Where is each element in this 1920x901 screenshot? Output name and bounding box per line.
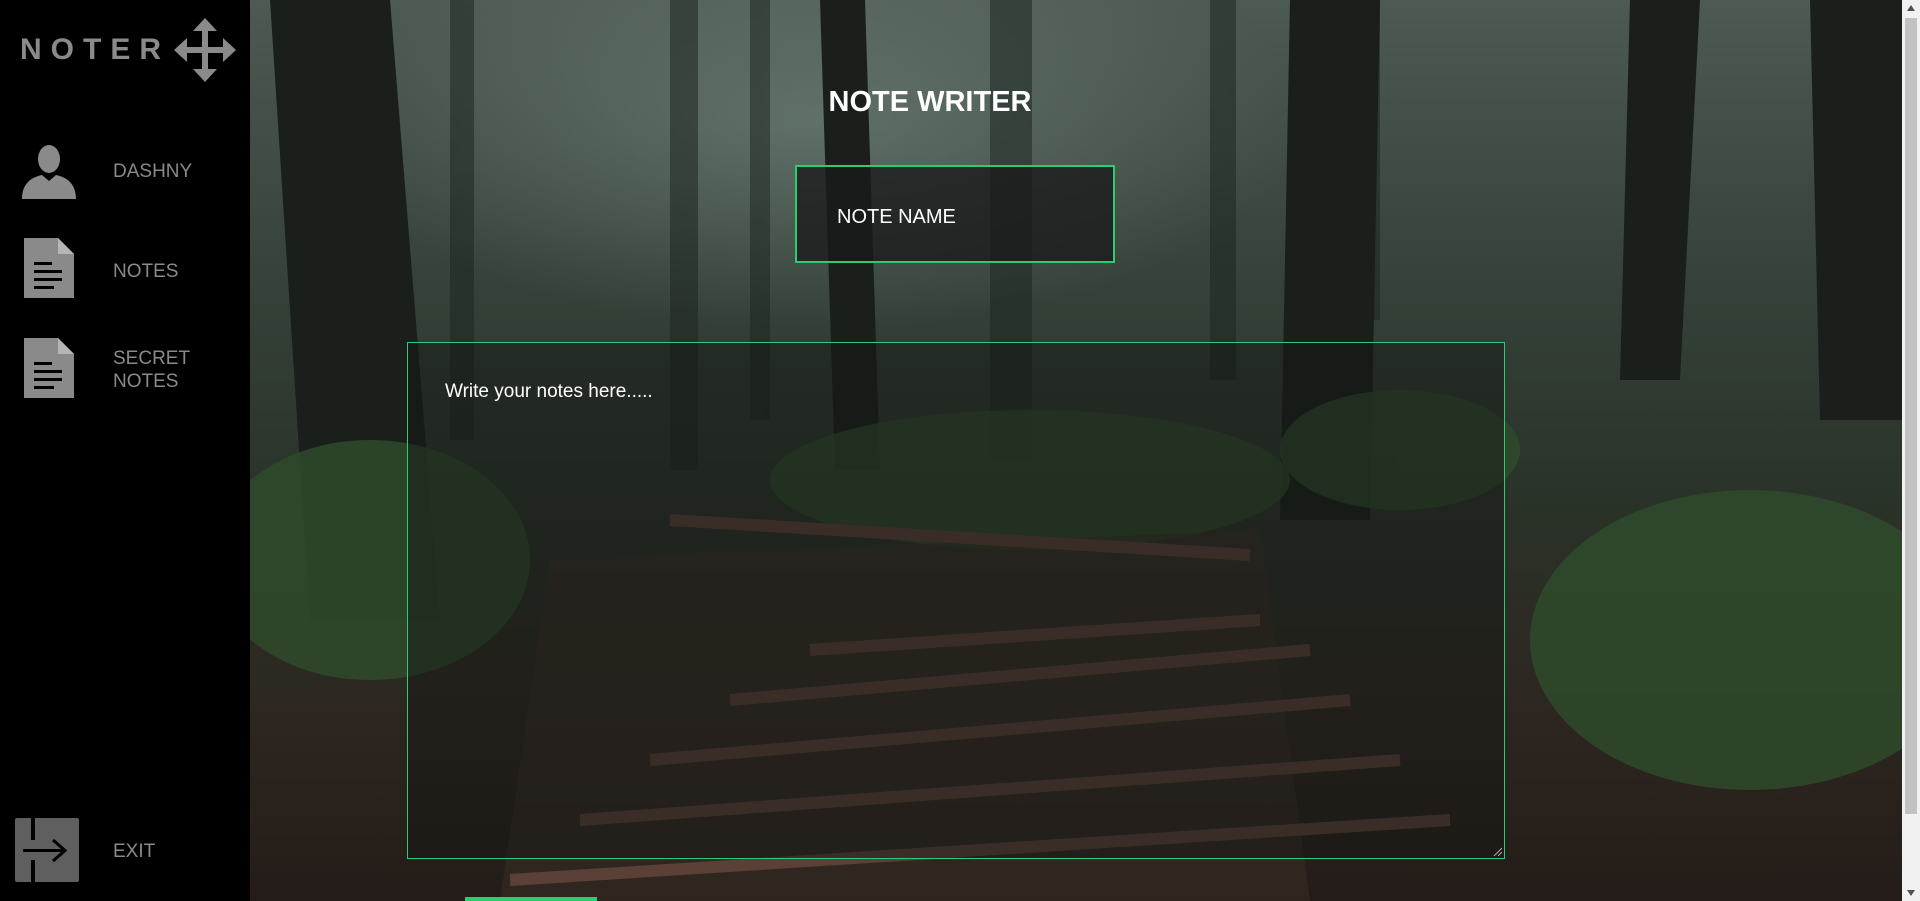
exit-arrow-icon xyxy=(23,818,68,882)
app-logo: NOTER xyxy=(20,18,236,82)
notes-textarea[interactable] xyxy=(407,342,1505,859)
document-icon xyxy=(24,338,74,398)
exit-label: EXIT xyxy=(113,841,156,862)
sidebar: NOTER DASHNY NOTES SECRET NOTES EXIT xyxy=(0,0,250,901)
sidebar-item-label: NOTES xyxy=(113,261,179,282)
sidebar-item-dashny[interactable]: DASHNY xyxy=(0,140,250,202)
scroll-down-arrow-icon[interactable] xyxy=(1902,884,1920,901)
save-button-partial[interactable] xyxy=(465,897,597,901)
exit-icon-box xyxy=(15,818,79,882)
sidebar-item-secret-notes[interactable]: SECRET NOTES xyxy=(0,338,250,402)
sidebar-item-label: SECRET NOTES xyxy=(113,348,190,392)
note-name-box xyxy=(795,165,1115,263)
resize-grip-icon[interactable] xyxy=(1492,846,1502,856)
document-icon xyxy=(24,238,74,298)
scroll-thumb[interactable] xyxy=(1905,18,1917,814)
exit-button[interactable]: EXIT xyxy=(0,818,250,884)
scroll-up-arrow-icon[interactable] xyxy=(1902,0,1920,17)
note-name-input[interactable] xyxy=(835,203,1089,231)
page-scrollbar[interactable] xyxy=(1902,0,1920,901)
sidebar-item-label: DASHNY xyxy=(113,161,193,182)
page-title: NOTE WRITER xyxy=(828,86,1032,118)
sidebar-item-notes[interactable]: NOTES xyxy=(0,238,250,302)
logo-text: NOTER xyxy=(20,33,170,66)
user-silhouette-icon xyxy=(22,145,76,199)
move-arrows-icon xyxy=(174,18,236,82)
main-content: NOTE WRITER xyxy=(250,0,1902,901)
